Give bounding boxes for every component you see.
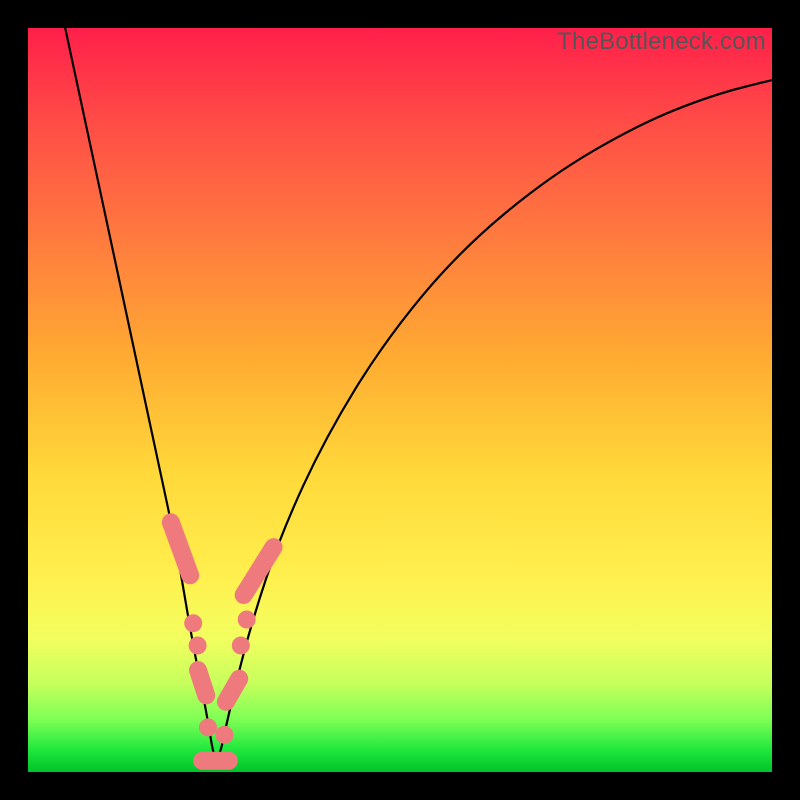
- data-marker-dot: [199, 718, 217, 736]
- bottleneck-curve: [65, 28, 772, 757]
- chart-svg: [28, 28, 772, 772]
- chart-frame: TheBottleneck.com: [0, 0, 800, 800]
- data-marker-pill: [214, 666, 252, 714]
- data-marker-pill: [187, 659, 218, 707]
- data-marker-pill: [231, 535, 286, 608]
- data-marker-dot: [184, 614, 202, 632]
- plot-area: TheBottleneck.com: [28, 28, 772, 772]
- data-marker-pill: [193, 752, 238, 770]
- data-marker-dot: [215, 726, 233, 744]
- marker-group: [159, 511, 286, 770]
- data-marker-dot: [189, 637, 207, 655]
- data-marker-dot: [232, 637, 250, 655]
- data-marker-dot: [238, 611, 256, 629]
